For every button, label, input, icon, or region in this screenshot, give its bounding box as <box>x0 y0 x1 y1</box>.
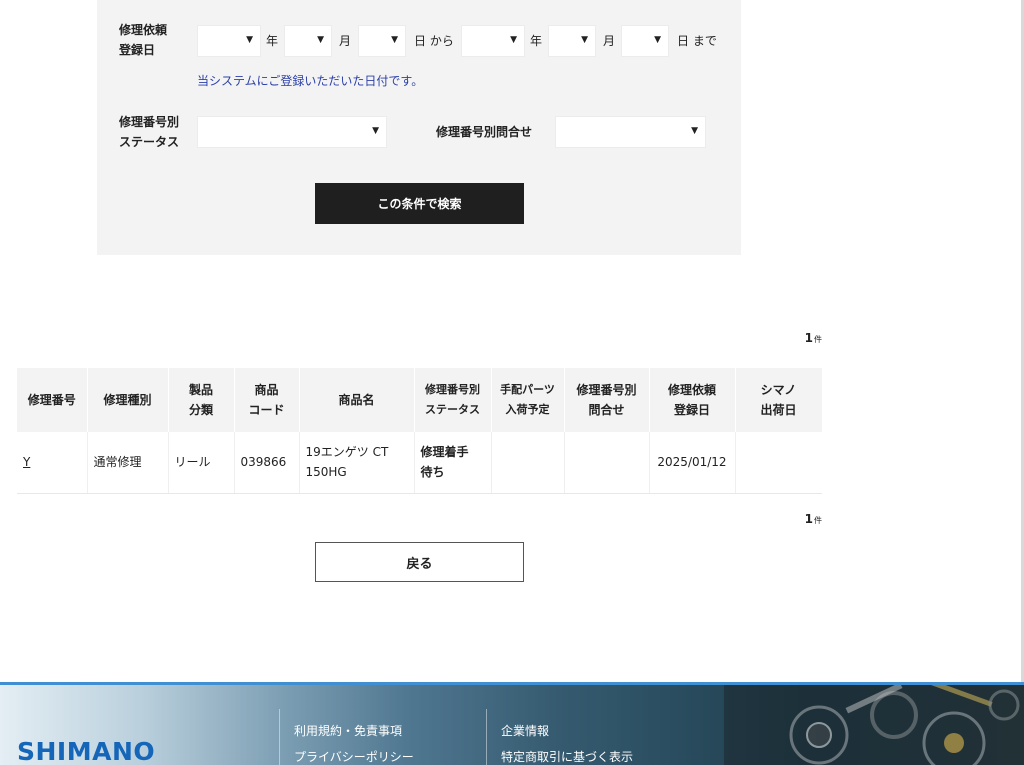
result-count-unit: 件 <box>814 516 822 525</box>
header-status: 修理番号別 ステータス <box>414 368 492 432</box>
result-count-unit: 件 <box>814 335 822 344</box>
cell-inquiry <box>564 432 650 494</box>
to-year-unit: 年 <box>530 34 543 48</box>
footer-link-commerce-law[interactable]: 特定商取引に基づく表示 <box>501 748 633 765</box>
result-count-top-value: 1 <box>804 331 813 345</box>
footer-link-company[interactable]: 企業情報 <box>501 722 549 739</box>
from-year-select[interactable]: ▼ <box>197 25 261 57</box>
cell-shipped <box>735 432 822 494</box>
from-month-select[interactable]: ▼ <box>284 25 332 57</box>
header-parts-eta: 手配パーツ 入荷予定 <box>491 368 565 432</box>
table-row: Y 通常修理 リール 039866 19エンゲツ CT 150HG 修理着手 待ち … <box>17 432 822 494</box>
header-repair-type: 修理種別 <box>87 368 169 432</box>
chevron-down-icon: ▼ <box>391 35 398 45</box>
header-product-code: 商品 コード <box>234 368 300 432</box>
status-select[interactable]: ▼ <box>197 116 387 148</box>
cell-registered: 2025/01/12 <box>649 432 736 494</box>
footer-divider <box>486 709 487 765</box>
footer-divider <box>279 709 280 765</box>
registration-date-label: 修理依頼 登録日 <box>119 20 167 60</box>
search-button[interactable]: この条件で検索 <box>315 183 524 224</box>
from-month-unit: 月 <box>339 34 352 48</box>
status-label: 修理番号別 ステータス <box>119 112 179 152</box>
chevron-down-icon: ▼ <box>581 35 588 45</box>
result-count-bottom: 1件 <box>805 512 822 526</box>
to-month-unit: 月 <box>603 34 616 48</box>
header-registered: 修理依頼 登録日 <box>649 368 736 432</box>
reel-machinery-graphic <box>724 685 1024 765</box>
footer-link-privacy[interactable]: プライバシーポリシー <box>294 748 414 765</box>
cell-product-code: 039866 <box>234 432 300 494</box>
results-table: 修理番号 修理種別 製品 分類 商品 コード 商品名 修理番号別 ステータス 手配パー… <box>17 368 823 494</box>
chevron-down-icon: ▼ <box>691 126 698 136</box>
cell-status: 修理着手 待ち <box>414 432 492 494</box>
from-day-select[interactable]: ▼ <box>358 25 406 57</box>
result-count-top: 1件 <box>805 331 822 345</box>
shimano-logo[interactable]: SHIMANO <box>17 737 155 765</box>
header-repair-no: 修理番号 <box>17 368 88 432</box>
cell-repair-no: Y <box>17 432 88 494</box>
header-product-name: 商品名 <box>299 368 415 432</box>
cell-parts-eta <box>491 432 565 494</box>
chevron-down-icon: ▼ <box>510 35 517 45</box>
to-month-select[interactable]: ▼ <box>548 25 596 57</box>
from-suffix: 日 から <box>414 34 454 48</box>
date-note: 当システムにご登録いただいた日付です。 <box>197 74 424 88</box>
chevron-down-icon: ▼ <box>654 35 661 45</box>
chevron-down-icon: ▼ <box>246 35 253 45</box>
result-count-bottom-value: 1 <box>804 512 813 526</box>
status-label-line2: ステータス <box>119 135 180 149</box>
header-shipped: シマノ 出荷日 <box>735 368 823 432</box>
status-label-line1: 修理番号別 <box>119 115 180 129</box>
cell-category: リール <box>168 432 235 494</box>
from-year-unit: 年 <box>266 34 279 48</box>
to-suffix: 日 まで <box>677 34 717 48</box>
chevron-down-icon: ▼ <box>372 126 379 136</box>
table-header-row: 修理番号 修理種別 製品 分類 商品 コード 商品名 修理番号別 ステータス 手配パー… <box>17 368 823 432</box>
inquiry-select[interactable]: ▼ <box>555 116 706 148</box>
to-year-select[interactable]: ▼ <box>461 25 525 57</box>
to-day-select[interactable]: ▼ <box>621 25 669 57</box>
back-button[interactable]: 戻る <box>315 542 524 582</box>
cell-product-name: 19エンゲツ CT 150HG <box>299 432 415 494</box>
repair-no-link[interactable]: Y <box>23 455 30 469</box>
header-category: 製品 分類 <box>168 368 235 432</box>
registration-date-label-line2: 登録日 <box>119 43 156 57</box>
header-inquiry: 修理番号別 問合せ <box>564 368 650 432</box>
inquiry-label: 修理番号別問合せ <box>436 125 533 139</box>
footer-link-terms[interactable]: 利用規約・免責事項 <box>294 722 402 739</box>
registration-date-label-line1: 修理依頼 <box>119 23 168 37</box>
cell-repair-type: 通常修理 <box>87 432 169 494</box>
chevron-down-icon: ▼ <box>317 35 324 45</box>
site-footer: SHIMANO 利用規約・免責事項 プライバシーポリシー 企業情報 特定商取引に… <box>0 682 1024 765</box>
